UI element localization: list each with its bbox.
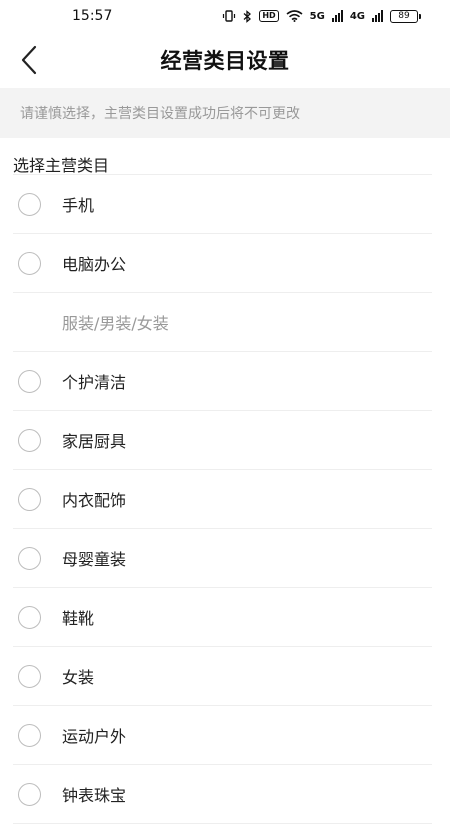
category-row[interactable]: 母婴童装 <box>13 529 432 588</box>
category-label: 手机 <box>62 196 95 215</box>
radio-button[interactable] <box>18 487 41 511</box>
category-label: 电脑办公 <box>62 255 127 274</box>
status-bar: 15:57 HD 5G 4G 89 <box>0 0 450 32</box>
category-row: 服装/男装/女装 <box>13 293 432 352</box>
wifi-icon <box>286 10 303 22</box>
radio-button[interactable] <box>18 782 41 806</box>
chevron-left-icon <box>21 45 37 75</box>
battery-icon: 89 <box>390 9 421 23</box>
category-row[interactable]: 女装 <box>13 647 432 706</box>
category-label: 运动户外 <box>62 727 127 746</box>
radio-button[interactable] <box>18 605 41 629</box>
category-row[interactable]: 内衣配饰 <box>13 470 432 529</box>
radio-button[interactable] <box>18 546 41 570</box>
status-time: 15:57 <box>72 8 113 24</box>
nav-bar: 经营类目设置 <box>0 32 450 88</box>
vibrate-icon <box>223 10 236 22</box>
status-icons: HD 5G 4G 89 <box>222 9 421 23</box>
network-4g-label: 4G <box>349 10 365 22</box>
radio-button[interactable] <box>18 428 41 452</box>
category-row[interactable]: 个护清洁 <box>13 352 432 411</box>
radio-button[interactable] <box>18 723 41 747</box>
radio-button[interactable] <box>18 192 41 216</box>
back-button[interactable] <box>14 44 44 76</box>
network-5g-label: 5G <box>309 10 325 22</box>
category-row[interactable]: 电脑办公 <box>13 234 432 293</box>
notice-banner: 请谨慎选择，主营类目设置成功后将不可更改 <box>0 88 450 138</box>
bluetooth-icon <box>243 9 252 23</box>
signal-icon-2 <box>372 10 383 22</box>
radio-button[interactable] <box>18 664 41 688</box>
signal-icon <box>331 10 343 22</box>
section-title: 选择主营类目 <box>13 156 110 175</box>
radio-button[interactable] <box>18 251 41 275</box>
category-label: 母婴童装 <box>62 550 127 569</box>
category-row[interactable]: 运动户外 <box>13 706 432 765</box>
category-label: 个护清洁 <box>62 373 127 392</box>
category-row[interactable]: 家居厨具 <box>13 411 432 470</box>
category-label: 钟表珠宝 <box>62 786 127 805</box>
category-label: 内衣配饰 <box>62 491 127 510</box>
radio-button[interactable] <box>18 369 41 393</box>
hd-badge: HD <box>259 10 279 22</box>
category-row[interactable]: 鞋靴 <box>13 588 432 647</box>
category-row[interactable]: 手机 <box>13 175 432 234</box>
category-label: 鞋靴 <box>62 609 95 628</box>
page-title: 经营类目设置 <box>160 49 290 73</box>
category-list: 手机电脑办公服装/男装/女装 个护清洁家居厨具内衣配饰母婴童装鞋靴女装运动户外钟表… <box>13 174 432 824</box>
category-label: 女装 <box>62 668 95 687</box>
category-label: 家居厨具 <box>62 432 127 451</box>
category-label: 服装/男装/女装 <box>62 314 169 333</box>
category-row[interactable]: 钟表珠宝 <box>13 765 432 824</box>
